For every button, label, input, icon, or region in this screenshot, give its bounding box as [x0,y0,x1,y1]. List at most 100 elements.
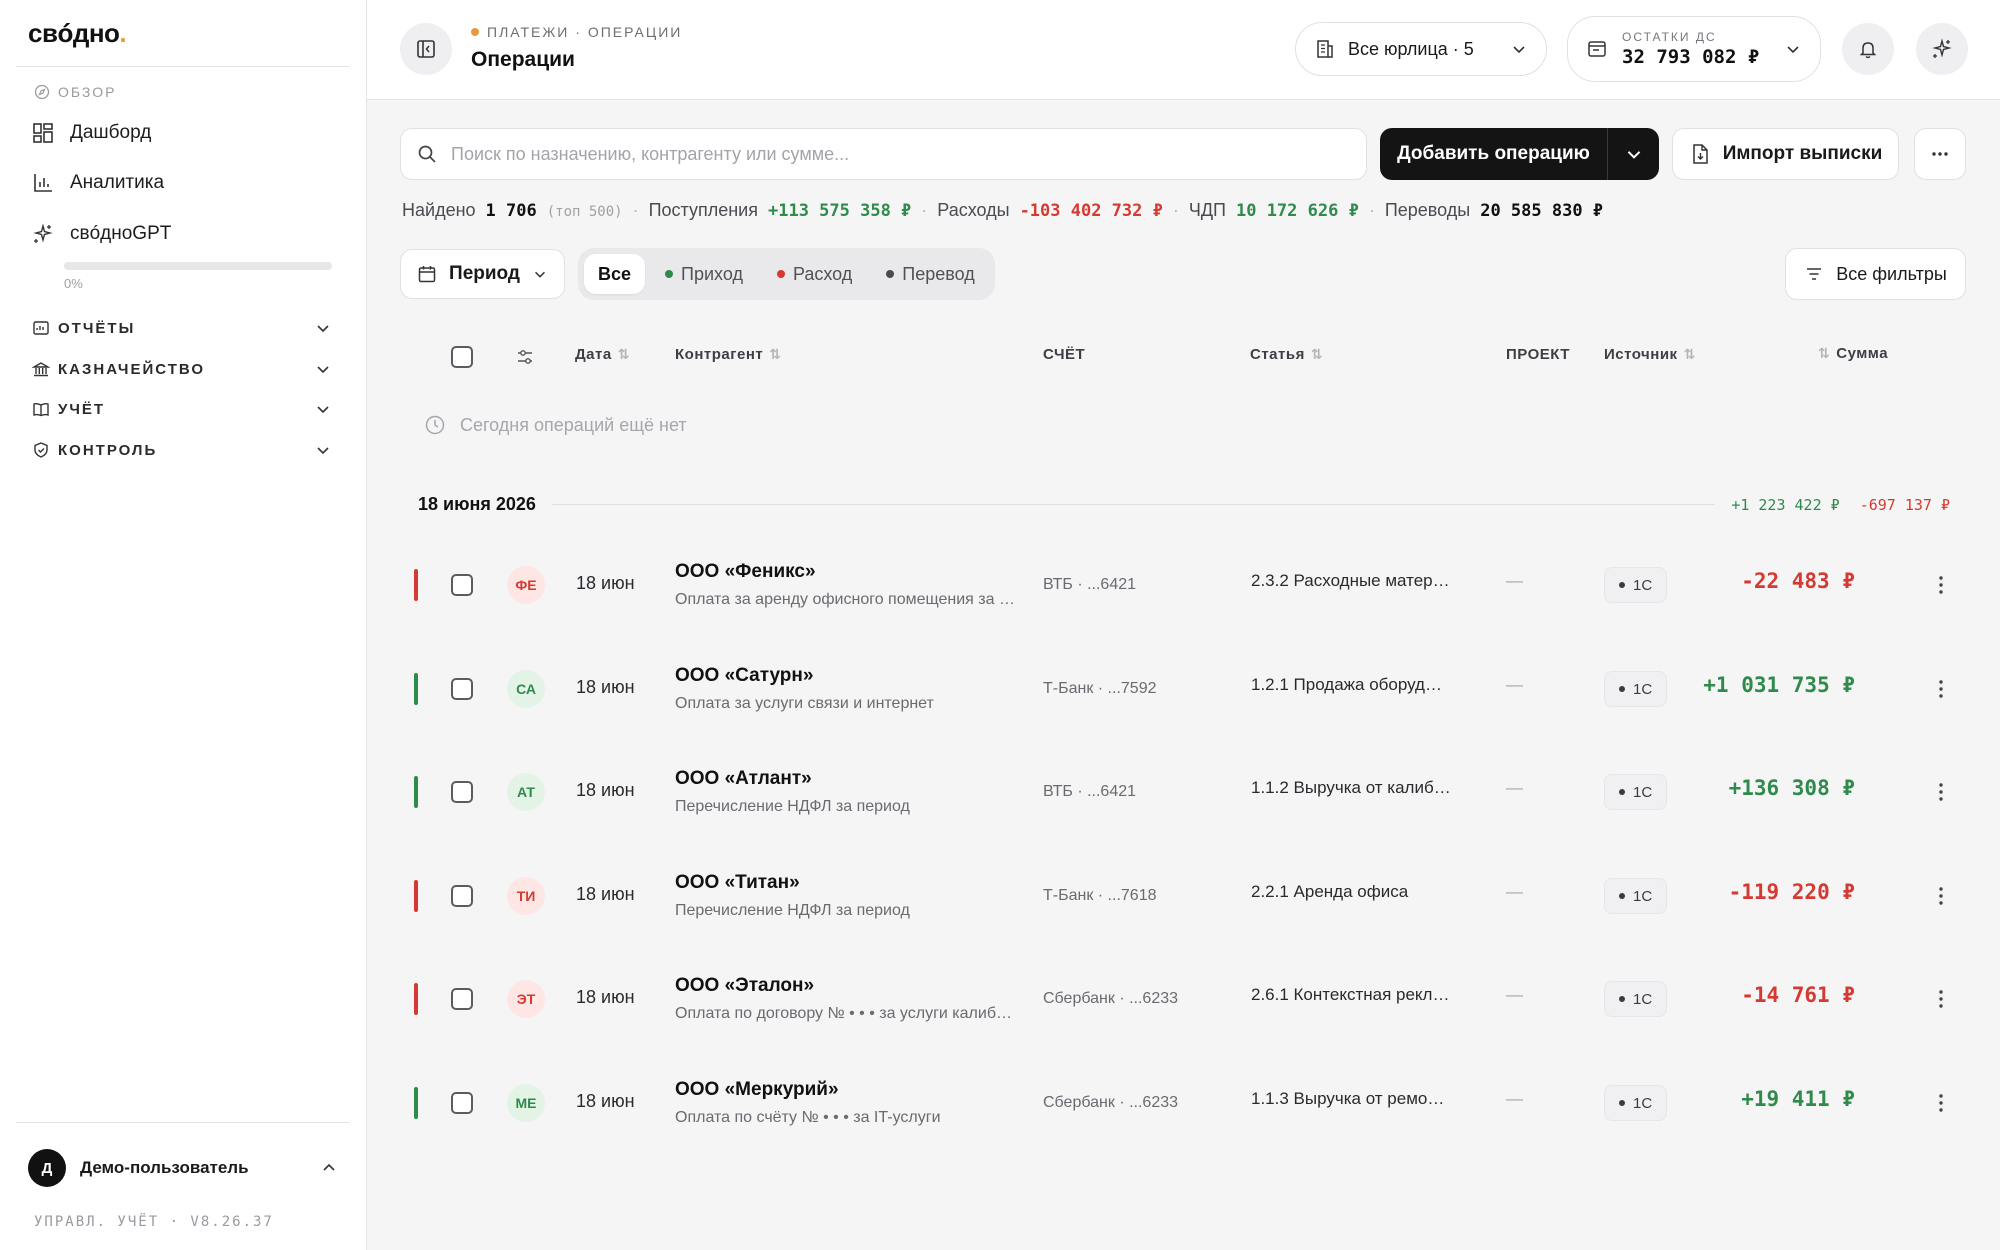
add-operation-button[interactable]: Добавить операцию [1380,128,1659,180]
account-label: ВТБ · ...6421 [1043,783,1137,800]
add-operation-label: Добавить операцию [1397,143,1590,164]
building-icon [1317,40,1333,58]
found-note: (топ 500) [546,204,623,220]
row-actions-button[interactable] [1930,985,1952,1013]
counterparty-cell[interactable]: ООО «Меркурий» Оплата по счёту № • • • за… [675,1079,1015,1127]
collapse-sidebar-button[interactable] [400,23,452,75]
app-logo[interactable]: свóдно. [28,18,127,49]
segment-transfer[interactable]: Перевод [872,254,988,294]
counterparty-cell[interactable]: ООО «Эталон» Оплата по договору № • • • з… [675,975,1015,1023]
column-header-date[interactable]: Дата ⇅ [575,346,630,363]
segment-expense[interactable]: Расход [763,254,866,294]
payment-purpose: Оплата по договору № • • • за услуги кал… [675,1005,1015,1022]
counterparty-cell[interactable]: ООО «Атлант» Перечисление НДФЛ за период [675,768,1015,816]
income-label: Поступления [648,200,758,220]
add-operation-menu-button[interactable] [1607,128,1659,180]
row-actions-button[interactable] [1930,1089,1952,1117]
group-label: УЧЁТ [58,400,106,418]
all-filters-button[interactable]: Все фильтры [1785,248,1966,300]
net-label: ЧДП [1188,200,1226,220]
wallet-icon [1588,41,1606,57]
project-label: — [1506,985,1523,1004]
row-actions-button[interactable] [1930,882,1952,910]
group-control[interactable]: КОНТРОЛЬ [32,436,332,464]
file-import-icon [1692,144,1708,164]
search-input[interactable] [451,143,1350,165]
bank-icon [32,362,50,377]
row-checkbox[interactable] [451,988,473,1010]
more-actions-button[interactable] [1914,128,1966,180]
project-label: — [1506,571,1523,590]
operation-amount: +1 031 735 ₽ [1703,673,1855,697]
import-statement-label: Импорт выписки [1722,143,1883,164]
column-settings-icon[interactable] [515,347,535,367]
net-value: 10 172 626 ₽ [1235,201,1359,221]
period-filter-button[interactable]: Период [400,249,565,299]
article-label: 2.3.2 Расходные материалы [1251,571,1451,590]
user-menu[interactable]: Д Демо-пользователь [28,1148,338,1188]
account-label: Т-Банк · ...7592 [1043,680,1157,697]
counterparty-avatar: МЕ [507,1084,545,1122]
table-row[interactable]: СА 18 июн ООО «Сатурн» Оплата за услуги свя… [400,637,1960,741]
operation-amount: -22 483 ₽ [1741,569,1855,593]
row-actions-button[interactable] [1930,675,1952,703]
import-statement-button[interactable]: Импорт выписки [1672,128,1899,180]
table-row[interactable]: МЕ 18 июн ООО «Меркурий» Оплата по счёту № … [400,1051,1960,1155]
all-filters-label: Все фильтры [1836,263,1947,284]
source-dot [1619,1100,1625,1106]
balance-select[interactable]: ОСТАТКИ ДС 32 793 082 ₽ [1567,16,1821,82]
row-checkbox[interactable] [451,885,473,907]
row-checkbox[interactable] [451,678,473,700]
search-box[interactable] [400,128,1367,180]
book-icon [33,402,49,417]
row-actions-button[interactable] [1930,778,1952,806]
table-row[interactable]: ФЕ 18 июн ООО «Феникс» Оплата за аренду офи… [400,533,1960,637]
segment-all[interactable]: Все [584,254,646,294]
more-vertical-icon [1939,680,1943,698]
notifications-button[interactable] [1842,23,1894,75]
ai-assistant-button[interactable] [1916,23,1968,75]
sidebar-item-gpt[interactable]: свóдноGPT [32,214,342,254]
counterparty-name: ООО «Эталон» [675,975,815,996]
counterparty-cell[interactable]: ООО «Феникс» Оплата за аренду офисного по… [675,561,1015,609]
counterparty-cell[interactable]: ООО «Титан» Перечисление НДФЛ за период [675,872,1015,920]
table-row[interactable]: ТИ 18 июн ООО «Титан» Перечисление НДФЛ за … [400,844,1960,948]
breadcrumb: ПЛАТЕЖИ · ОПЕРАЦИИ [471,24,682,40]
group-treasury[interactable]: КАЗНАЧЕЙСТВО [32,355,332,383]
column-header-label: Статья [1250,346,1305,363]
table-row[interactable]: ЭТ 18 июн ООО «Эталон» Оплата по договору №… [400,947,1960,1051]
chevron-down-icon [317,366,329,374]
sort-icon: ⇅ [769,346,782,362]
found-value: 1 706 [485,201,537,221]
row-actions-button[interactable] [1930,571,1952,599]
analytics-icon [34,174,52,192]
compass-icon [34,84,50,100]
type-indicator-bar [414,1087,418,1119]
group-accounting[interactable]: УЧЁТ [32,395,332,423]
source-badge: 1С [1604,567,1668,603]
column-header-counterparty[interactable]: Контрагент ⇅ [675,346,781,363]
row-checkbox[interactable] [451,781,473,803]
segment-income[interactable]: Приход [651,254,757,294]
counterparty-avatar: СА [507,670,545,708]
select-all-checkbox[interactable] [451,346,473,368]
counterparty-name: ООО «Титан» [675,872,800,893]
column-header-article[interactable]: Статья ⇅ [1250,346,1323,363]
sparkle-icon [1932,38,1952,58]
sidebar-item-analytics[interactable]: Аналитика [32,163,342,203]
row-checkbox[interactable] [451,1092,473,1114]
sort-icon: ⇅ [1310,346,1324,362]
table-row[interactable]: АТ 18 июн ООО «Атлант» Перечисление НДФЛ за… [400,740,1960,844]
group-reports[interactable]: ОТЧЁТЫ [32,314,332,342]
column-header-source[interactable]: Источник ⇅ [1604,346,1696,363]
counterparty-cell[interactable]: ООО «Сатурн» Оплата за услуги связи и инт… [675,665,1015,713]
expense-label: Расходы [937,200,1010,220]
column-header-amount[interactable]: ⇅ Сумма [1818,345,1888,362]
row-checkbox[interactable] [451,574,473,596]
entity-select[interactable]: Все юрлица · 5 [1295,22,1547,76]
shield-icon [34,442,48,458]
sidebar-item-dashboard[interactable]: Дашборд [32,113,342,153]
expense-value: -103 402 732 ₽ [1019,201,1163,221]
operation-date: 18 июн [576,573,635,593]
counterparty-avatar: АТ [507,773,545,811]
